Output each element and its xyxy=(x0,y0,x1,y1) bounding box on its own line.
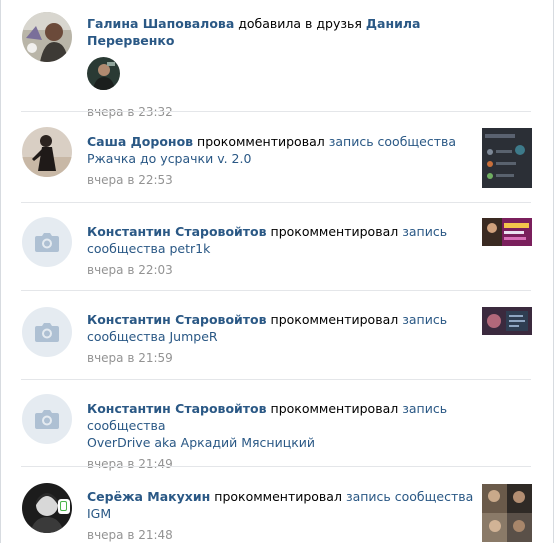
post-thumbnail[interactable] xyxy=(482,307,532,335)
camera-icon xyxy=(22,307,72,357)
post-thumbnail[interactable] xyxy=(482,128,532,188)
action-text: прокомментировал xyxy=(270,401,399,416)
feed-item-content: Константин Старовойтов прокомментировал … xyxy=(87,400,497,472)
camera-icon xyxy=(22,217,72,267)
friend-avatar[interactable] xyxy=(87,57,120,90)
community-link[interactable]: OverDrive aka Аркадий Мясницкий xyxy=(87,435,315,450)
feed-item-content: Константин Старовойтов прокомментировал … xyxy=(87,311,477,366)
feed-item-content: Саша Доронов прокомментировал запись соо… xyxy=(87,133,477,188)
author-link[interactable]: Галина Шаповалова xyxy=(87,16,234,31)
mobile-online-icon xyxy=(58,499,70,514)
divider xyxy=(21,466,531,467)
author-link[interactable]: Серёжа Макухин xyxy=(87,489,210,504)
action-text: прокомментировал xyxy=(270,312,399,327)
post-link[interactable]: запись сообщества xyxy=(329,134,456,149)
timestamp[interactable]: вчера в 23:32 xyxy=(87,104,477,120)
action-text: добавила в друзья xyxy=(238,16,362,31)
avatar[interactable] xyxy=(22,127,72,177)
author-link[interactable]: Саша Доронов xyxy=(87,134,193,149)
author-link[interactable]: Константин Старовойтов xyxy=(87,401,267,416)
timestamp[interactable]: вчера в 21:59 xyxy=(87,350,477,366)
action-text: прокомментировал xyxy=(197,134,325,149)
camera-icon xyxy=(22,394,72,444)
author-link[interactable]: Константин Старовойтов xyxy=(87,224,267,239)
author-link[interactable]: Константин Старовойтов xyxy=(87,312,267,327)
divider xyxy=(21,379,531,380)
post-link[interactable]: запись xyxy=(402,224,447,239)
action-text: прокомментировал xyxy=(270,224,399,239)
post-thumbnail[interactable] xyxy=(482,218,532,246)
avatar[interactable] xyxy=(22,394,72,444)
community-link[interactable]: сообщества JumpeR xyxy=(87,329,218,344)
divider xyxy=(21,202,531,203)
timestamp[interactable]: вчера в 21:49 xyxy=(87,456,497,472)
notifications-feed: Галина Шаповалова добавила в друзья Дани… xyxy=(0,0,554,543)
feed-item-content: Галина Шаповалова добавила в друзья Дани… xyxy=(87,15,477,120)
feed-item-content: Константин Старовойтов прокомментировал … xyxy=(87,223,477,278)
post-thumbnail[interactable] xyxy=(482,484,532,542)
divider xyxy=(21,111,531,112)
community-link[interactable]: сообщества petr1k xyxy=(87,241,210,256)
action-text: прокомментировал xyxy=(214,489,342,504)
community-link[interactable]: Ржачка до усрачки v. 2.0 xyxy=(87,151,251,166)
avatar[interactable] xyxy=(22,217,72,267)
avatar[interactable] xyxy=(22,307,72,357)
timestamp[interactable]: вчера в 22:03 xyxy=(87,262,477,278)
post-link[interactable]: запись xyxy=(402,312,447,327)
avatar[interactable] xyxy=(22,12,72,62)
divider xyxy=(21,290,531,291)
timestamp[interactable]: вчера в 21:48 xyxy=(87,527,477,543)
timestamp[interactable]: вчера в 22:53 xyxy=(87,172,477,188)
feed-item-content: Серёжа Макухин прокомментировал запись с… xyxy=(87,488,477,543)
